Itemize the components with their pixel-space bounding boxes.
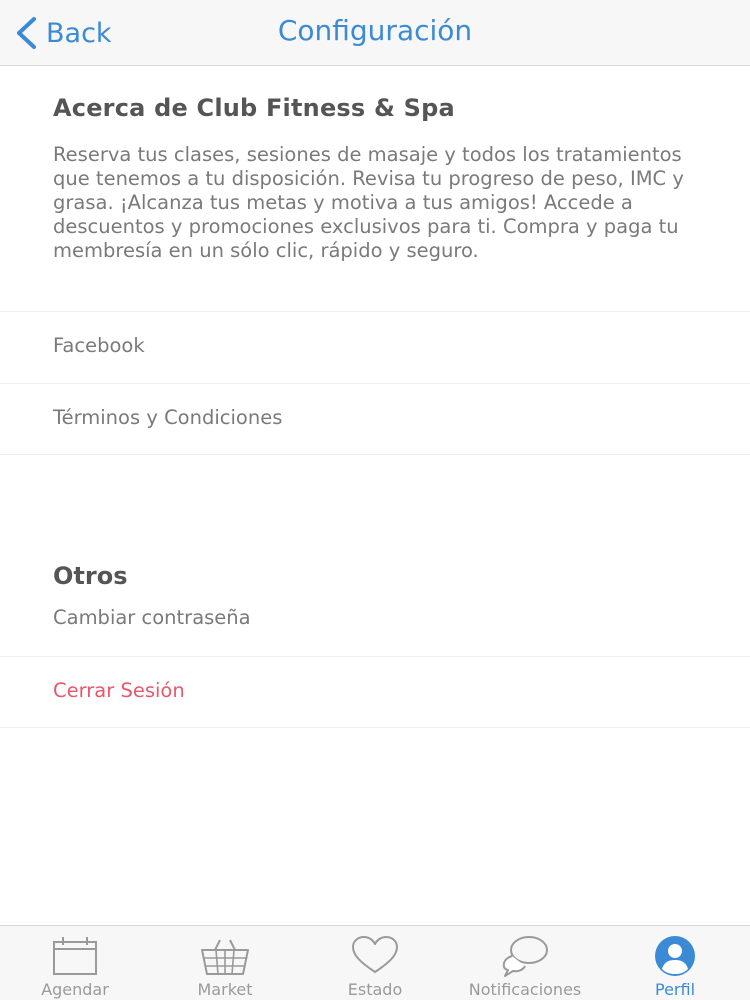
tab-notificaciones[interactable]: Notificaciones [450,926,600,1000]
tab-label: Market [197,980,253,999]
tab-label: Notificaciones [468,980,582,999]
logout-button[interactable]: Cerrar Sesión [0,656,750,728]
page-title: Configuración [277,14,473,47]
logout-label: Cerrar Sesión [53,679,185,702]
change-password-label: Cambiar contraseña [53,606,251,629]
tab-label: Estado [347,980,403,999]
terms-label: Términos y Condiciones [53,406,283,429]
about-title: Acerca de Club Fitness & Spa [53,94,455,122]
calendar-icon [53,937,97,975]
tab-estado[interactable]: Estado [300,926,450,1000]
terms-link[interactable]: Términos y Condiciones [0,383,750,455]
facebook-label: Facebook [53,334,145,357]
chat-bubbles-icon [502,936,548,977]
change-password-button[interactable]: Cambiar contraseña [0,584,750,656]
tab-label: Perfil [654,980,696,999]
facebook-link[interactable]: Facebook [0,311,750,383]
tab-perfil[interactable]: Perfil [600,926,750,1000]
tab-market[interactable]: Market [150,926,300,1000]
navigation-bar: Back Configuración [0,0,750,66]
about-description: Reserva tus clases, sesiones de masaje y… [53,143,684,262]
tab-agendar[interactable]: Agendar [0,926,150,1000]
tab-label: Agendar [41,980,109,999]
basket-icon [201,939,249,975]
heart-icon [352,936,398,973]
profile-icon [655,936,695,976]
tab-bar: Agendar Market Estado Notificaciones Per… [0,925,750,1000]
